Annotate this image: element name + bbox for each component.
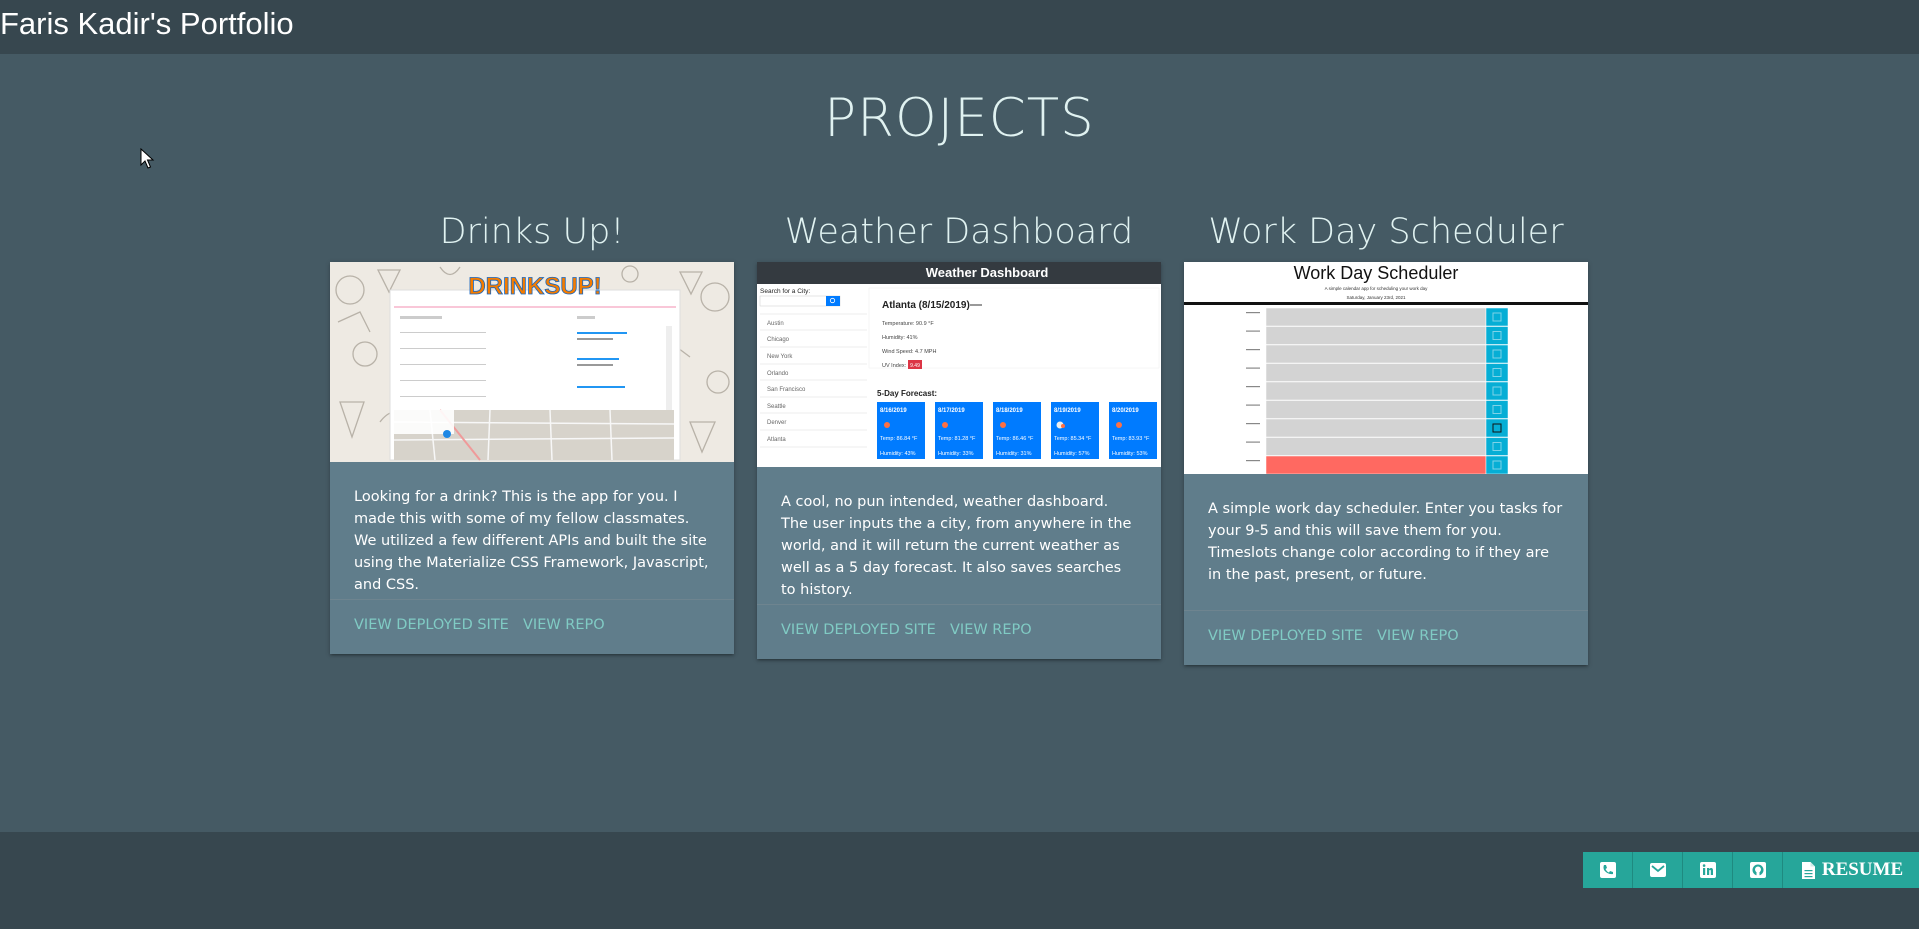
svg-text:Humidity: 33%: Humidity: 33% bbox=[938, 451, 974, 457]
resume-label: RESUME bbox=[1821, 859, 1904, 880]
svg-text:Humidity: 43%: Humidity: 43% bbox=[880, 451, 916, 457]
project-title-drinks-up: Drinks Up! bbox=[439, 212, 625, 252]
project-title-weather-dashboard: Weather Dashboard bbox=[784, 212, 1134, 252]
svg-text:Weather Dashboard: Weather Dashboard bbox=[926, 265, 1049, 280]
view-repo-link[interactable]: View Repo bbox=[1377, 628, 1459, 644]
svg-text:Humidity: 41%: Humidity: 41% bbox=[882, 335, 918, 341]
view-deployed-site-link[interactable]: View Deployed Site bbox=[354, 617, 509, 633]
svg-text:Temp: 86.46 °F: Temp: 86.46 °F bbox=[996, 436, 1034, 442]
svg-text:DRINKSUP!: DRINKSUP! bbox=[468, 273, 601, 300]
github-icon bbox=[1749, 862, 1766, 878]
project-card-work-day-scheduler: Work Day Scheduler A simple calendar app… bbox=[1184, 262, 1588, 665]
svg-text:8/17/2019: 8/17/2019 bbox=[938, 408, 965, 414]
svg-text:San Francisco: San Francisco bbox=[767, 387, 806, 393]
drinks-up-description: Looking for a drink? This is the app for… bbox=[354, 489, 709, 593]
drinks-up-screenshot: DRINKSUP! bbox=[330, 262, 734, 462]
svg-text:8/20/2019: 8/20/2019 bbox=[1112, 408, 1139, 414]
svg-text:Denver: Denver bbox=[767, 420, 786, 426]
section-title: PROJECTS bbox=[824, 88, 1095, 149]
card-actions: View Deployed Site View Repo bbox=[757, 604, 1161, 659]
view-repo-link[interactable]: View Repo bbox=[950, 622, 1032, 638]
project-card-weather-dashboard: Weather Dashboard Search for a City: Aus… bbox=[757, 262, 1161, 659]
svg-text:Austin: Austin bbox=[767, 321, 784, 327]
phone-icon bbox=[1599, 862, 1616, 878]
work-day-scheduler-screenshot: Work Day Scheduler A simple calendar app… bbox=[1184, 262, 1588, 474]
svg-text:A simple calendar app for sche: A simple calendar app for scheduling you… bbox=[1325, 286, 1429, 291]
svg-text:UV Index:: UV Index: bbox=[882, 363, 907, 369]
svg-text:5-Day Forecast:: 5-Day Forecast: bbox=[877, 389, 937, 398]
svg-text:Search for a City:: Search for a City: bbox=[760, 288, 810, 295]
svg-text:Temperature: 90.9 °F: Temperature: 90.9 °F bbox=[882, 321, 934, 327]
project-title-work-day-scheduler: Work Day Scheduler bbox=[1208, 212, 1564, 252]
resume-button[interactable]: RESUME bbox=[1783, 852, 1919, 888]
weather-dashboard-description: A cool, no pun intended, weather dashboa… bbox=[781, 494, 1132, 598]
svg-text:Orlando: Orlando bbox=[767, 371, 789, 377]
svg-text:Wind Speed: 4.7 MPH: Wind Speed: 4.7 MPH bbox=[882, 349, 936, 355]
svg-text:Chicago: Chicago bbox=[767, 337, 790, 343]
svg-text:Humidity: 53%: Humidity: 53% bbox=[1112, 451, 1148, 457]
weather-dashboard-screenshot: Weather Dashboard Search for a City: Aus… bbox=[757, 262, 1161, 467]
github-button[interactable] bbox=[1733, 852, 1783, 888]
svg-text:Humidity: 57%: Humidity: 57% bbox=[1054, 451, 1090, 457]
brand-logo[interactable]: Faris Kadir's Portfolio bbox=[0, 6, 294, 42]
mouse-cursor-icon bbox=[140, 148, 155, 169]
email-button[interactable] bbox=[1633, 852, 1683, 888]
contact-bar: RESUME bbox=[1583, 852, 1919, 888]
navbar: Faris Kadir's Portfolio bbox=[0, 0, 1919, 54]
svg-text:New York: New York bbox=[767, 354, 793, 360]
phone-button[interactable] bbox=[1583, 852, 1633, 888]
linkedin-icon bbox=[1699, 862, 1716, 878]
view-deployed-site-link[interactable]: View Deployed Site bbox=[1208, 628, 1363, 644]
svg-text:Seattle: Seattle bbox=[767, 404, 786, 410]
svg-text:Atlanta: Atlanta bbox=[767, 437, 786, 443]
svg-text:Temp: 83.93 °F: Temp: 83.93 °F bbox=[1112, 436, 1150, 442]
svg-text:Work Day Scheduler: Work Day Scheduler bbox=[1294, 263, 1459, 283]
card-actions: View Deployed Site View Repo bbox=[330, 599, 734, 654]
svg-text:Temp: 86.84 °F: Temp: 86.84 °F bbox=[880, 436, 918, 442]
svg-text:8/19/2019: 8/19/2019 bbox=[1054, 408, 1081, 414]
project-card-drinks-up: DRINKSUP! Looking for a drink? This is t… bbox=[330, 262, 734, 654]
svg-text:Saturday, January 23rd, 2021: Saturday, January 23rd, 2021 bbox=[1347, 295, 1406, 300]
svg-text:8/18/2019: 8/18/2019 bbox=[996, 408, 1023, 414]
svg-text:Temp: 81.28 °F: Temp: 81.28 °F bbox=[938, 436, 976, 442]
work-day-scheduler-description: A simple work day scheduler. Enter you t… bbox=[1208, 501, 1563, 583]
file-icon bbox=[1801, 861, 1815, 879]
svg-text:Temp: 85.34 °F: Temp: 85.34 °F bbox=[1054, 436, 1092, 442]
svg-text:9.49: 9.49 bbox=[910, 363, 920, 369]
svg-text:Humidity: 31%: Humidity: 31% bbox=[996, 451, 1032, 457]
view-repo-link[interactable]: View Repo bbox=[523, 617, 605, 633]
view-deployed-site-link[interactable]: View Deployed Site bbox=[781, 622, 936, 638]
svg-text:8/16/2019: 8/16/2019 bbox=[880, 408, 907, 414]
email-icon bbox=[1649, 863, 1666, 877]
linkedin-button[interactable] bbox=[1683, 852, 1733, 888]
card-actions: View Deployed Site View Repo bbox=[1184, 610, 1588, 665]
svg-text:Atlanta (8/15/2019): Atlanta (8/15/2019) bbox=[882, 300, 970, 311]
